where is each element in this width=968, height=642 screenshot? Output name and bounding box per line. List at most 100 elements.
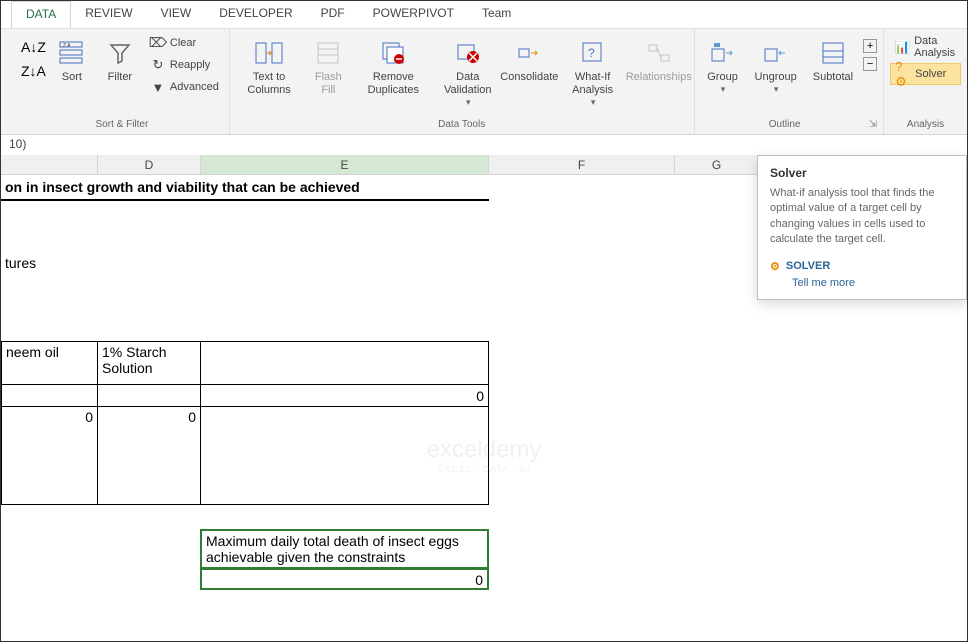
- consolidate-label: Consolidate: [500, 71, 558, 84]
- data-validation-label: Data Validation: [442, 71, 493, 97]
- sort-desc-icon[interactable]: Z↓A: [21, 63, 46, 79]
- hide-detail-icon[interactable]: −: [863, 57, 877, 71]
- sort-asc-icon[interactable]: A↓Z: [21, 39, 46, 55]
- ribbon-tabs: DATA REVIEW VIEW DEVELOPER PDF POWERPIVO…: [1, 1, 967, 29]
- group-icon: [707, 37, 739, 69]
- col-e[interactable]: E: [201, 155, 489, 174]
- tooltip-tell-me-more[interactable]: Tell me more: [792, 277, 954, 289]
- outline-group-label: Outline: [701, 119, 869, 130]
- active-cell[interactable]: 0: [200, 568, 489, 590]
- group-sort-filter: A↓Z Z↓A Z A Sort Filter ⌦Clear ↻Reapply …: [1, 29, 230, 134]
- text-to-columns-label: Text to Columns: [242, 71, 297, 97]
- group-label: Group: [707, 71, 738, 84]
- filter-icon: [104, 37, 136, 69]
- what-if-button[interactable]: ? What-If Analysis: [559, 33, 626, 112]
- tab-review[interactable]: REVIEW: [71, 1, 146, 28]
- solver-button[interactable]: ?⚙ Solver: [890, 63, 961, 85]
- text-to-columns-icon: [253, 37, 285, 69]
- subtotal-button[interactable]: Subtotal: [807, 33, 859, 88]
- tab-view[interactable]: VIEW: [147, 1, 206, 28]
- show-detail-icon[interactable]: +: [863, 39, 877, 53]
- tab-developer[interactable]: DEVELOPER: [205, 1, 306, 28]
- tooltip-body: What-if analysis tool that finds the opt…: [770, 186, 954, 248]
- sort-filter-group-label: Sort & Filter: [21, 117, 223, 132]
- col-f[interactable]: F: [489, 155, 675, 174]
- clear-label: Clear: [170, 37, 196, 49]
- data-analysis-button[interactable]: 📊Data Analysis: [890, 33, 961, 61]
- group-data-tools: Text to Columns Flash Fill Remove Duplic…: [230, 29, 695, 134]
- consolidate-icon: [513, 37, 545, 69]
- sort-label: Sort: [62, 71, 82, 84]
- subtotal-icon: [817, 37, 849, 69]
- heading-underline: [1, 199, 489, 201]
- solver-icon: ?⚙: [895, 66, 911, 82]
- text-to-columns-button[interactable]: Text to Columns: [236, 33, 303, 101]
- tooltip-solver-link[interactable]: ⚙ SOLVER: [770, 260, 954, 273]
- col-g[interactable]: G: [675, 155, 759, 174]
- remove-duplicates-label: Remove Duplicates: [360, 71, 426, 97]
- solver-link-icon: ⚙: [770, 260, 780, 273]
- reapply-button[interactable]: ↻ Reapply: [146, 55, 223, 75]
- tooltip-title: Solver: [770, 166, 954, 180]
- relationships-label: Relationships: [626, 71, 692, 84]
- advanced-button[interactable]: ▼ Advanced: [146, 77, 223, 97]
- sort-button[interactable]: Z A Sort: [50, 33, 94, 88]
- filter-button[interactable]: Filter: [98, 33, 142, 88]
- subhead-text: tures: [5, 255, 36, 271]
- cell-d-r2[interactable]: [97, 384, 201, 407]
- what-if-label: What-If Analysis: [565, 71, 620, 97]
- filter-label: Filter: [108, 71, 132, 84]
- cell-starch-header[interactable]: 1% Starch Solution: [97, 341, 201, 385]
- clear-button[interactable]: ⌦ Clear: [146, 33, 223, 53]
- reapply-label: Reapply: [170, 59, 210, 71]
- tab-team[interactable]: Team: [468, 1, 525, 28]
- flash-fill-icon: [312, 37, 344, 69]
- solver-label: Solver: [915, 68, 946, 80]
- ungroup-button[interactable]: Ungroup: [749, 33, 803, 99]
- remove-duplicates-icon: [377, 37, 409, 69]
- ribbon: A↓Z Z↓A Z A Sort Filter ⌦Clear ↻Reapply …: [1, 29, 967, 135]
- group-button[interactable]: Group: [701, 33, 745, 99]
- remove-duplicates-button[interactable]: Remove Duplicates: [354, 33, 432, 101]
- advanced-icon: ▼: [150, 79, 166, 95]
- data-tools-group-label: Data Tools: [236, 117, 688, 132]
- data-analysis-icon: 📊: [894, 39, 910, 55]
- reapply-icon: ↻: [150, 57, 166, 73]
- what-if-icon: ?: [577, 37, 609, 69]
- group-analysis: 📊Data Analysis ?⚙ Solver Analysis: [884, 29, 967, 134]
- cell-neem-header[interactable]: neem oil: [1, 341, 98, 385]
- flash-fill-label: Flash Fill: [312, 71, 344, 97]
- consolidate-button[interactable]: Consolidate: [503, 33, 555, 88]
- heading-text: on in insect growth and viability that c…: [5, 179, 360, 195]
- col-stub[interactable]: [1, 155, 98, 174]
- cell-e-r2[interactable]: 0: [200, 384, 489, 407]
- advanced-label: Advanced: [170, 81, 219, 93]
- clear-icon: ⌦: [150, 35, 166, 51]
- tab-data[interactable]: DATA: [11, 1, 71, 28]
- outline-dialog-launcher[interactable]: ⇲: [869, 119, 877, 130]
- formula-bar[interactable]: 10): [1, 135, 967, 155]
- tab-pdf[interactable]: PDF: [307, 1, 359, 28]
- group-outline: Group Ungroup Subtotal + − Outline⇲: [695, 29, 885, 134]
- cell-e-header[interactable]: [200, 341, 489, 385]
- solver-tooltip: Solver What-if analysis tool that finds …: [757, 155, 967, 300]
- sort-icon: Z A: [56, 37, 88, 69]
- cell-e-r3[interactable]: [200, 406, 489, 505]
- subtotal-label: Subtotal: [813, 71, 853, 84]
- data-validation-button[interactable]: Data Validation: [436, 33, 499, 112]
- cell-c-r2[interactable]: [1, 384, 98, 407]
- flash-fill-button: Flash Fill: [306, 33, 350, 101]
- relationships-button: Relationships: [630, 33, 688, 88]
- cell-c-r3[interactable]: 0: [1, 406, 98, 505]
- data-validation-icon: [452, 37, 484, 69]
- tab-powerpivot[interactable]: POWERPIVOT: [359, 1, 468, 28]
- svg-text:Z A: Z A: [63, 43, 71, 49]
- cell-d-r3[interactable]: 0: [97, 406, 201, 505]
- max-label-box[interactable]: Maximum daily total death of insect eggs…: [200, 529, 489, 569]
- ungroup-icon: [760, 37, 792, 69]
- svg-text:?: ?: [588, 46, 595, 60]
- col-d[interactable]: D: [98, 155, 201, 174]
- relationships-icon: [643, 37, 675, 69]
- ungroup-label: Ungroup: [755, 71, 797, 84]
- analysis-group-label: Analysis: [890, 117, 961, 132]
